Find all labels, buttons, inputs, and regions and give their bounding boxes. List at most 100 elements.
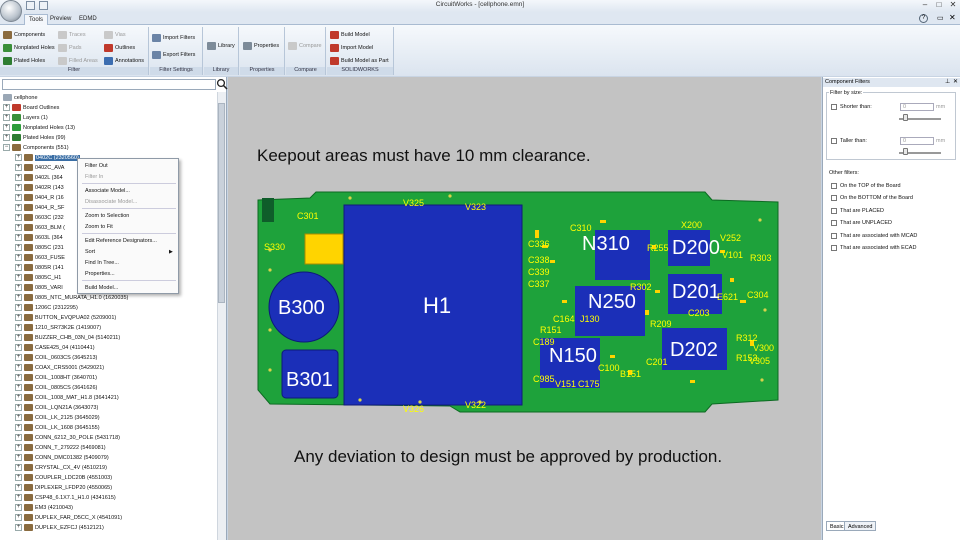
components-button[interactable]: Components [3,30,45,41]
help-icon[interactable]: ? [919,14,928,23]
tree-component-row[interactable]: + COIL_0603CS (3645213) [15,353,97,363]
tree-item-layers[interactable]: + Layers (1) [3,113,48,123]
vias-button[interactable]: Vias [104,30,126,41]
tab-preview[interactable]: Preview [46,14,75,25]
slider-thumb[interactable] [903,114,908,121]
tree-component-row[interactable]: +0402R (143 [15,183,64,193]
expand-icon[interactable]: + [15,394,22,402]
menu-zoom-to-selection[interactable]: Zoom to Selection [78,211,178,221]
menu-filter-out[interactable]: Filter Out [78,161,178,171]
tree-component-row[interactable]: + CONN_6212_30_POLE (5431718) [15,433,120,443]
tree-component-row[interactable]: + COIL_0805CS (3641626) [15,383,97,393]
expand-icon[interactable]: + [15,364,22,372]
top-of-board-checkbox[interactable] [831,183,837,189]
expand-icon[interactable]: + [15,234,22,242]
expand-icon[interactable]: + [15,404,22,412]
tree-component-row[interactable]: + BUTTON_EVQPUA02 (5209001) [15,313,116,323]
taller-than-checkbox[interactable] [831,138,837,144]
tree-component-row[interactable]: + COIL_1008HT (3640701) [15,373,97,383]
close-button[interactable]: ✕ [946,0,960,11]
app-logo-icon[interactable] [0,0,22,22]
search-input[interactable] [2,79,216,90]
minimize-button[interactable]: – [918,0,932,11]
maximize-button[interactable]: □ [932,0,946,11]
slider-thumb[interactable] [903,148,908,155]
ribbon-minimize-icon[interactable]: ▭ [937,14,944,22]
tree-component-row[interactable]: + COAX_CRS5001 (5429021) [15,363,104,373]
menu-zoom-to-fit[interactable]: Zoom to Fit [78,222,178,232]
menu-build-model[interactable]: Build Model... [78,283,178,293]
expand-icon[interactable]: + [15,294,22,302]
mcad-checkbox[interactable] [831,233,837,239]
tree-item-nonplated-holes[interactable]: + Nonplated Holes (13) [3,123,75,133]
tree-component-row[interactable]: + COUPLER_LDC20B (4551003) [15,473,112,483]
expand-icon[interactable]: + [15,314,22,322]
tree-component-row[interactable]: +0402C (2320560) [15,153,80,163]
expand-icon[interactable]: + [15,354,22,362]
tab-tools[interactable]: Tools [24,14,49,25]
expand-icon[interactable]: + [15,154,22,162]
build-model-as-part-button[interactable]: Build Model as Part [330,56,389,67]
menu-properties[interactable]: Properties... [78,269,178,279]
expand-icon[interactable]: + [15,214,22,222]
unplaced-checkbox[interactable] [831,220,837,226]
expand-icon[interactable]: + [15,464,22,472]
tree-component-row[interactable]: +0805_NTC_MURATA_H1.0 (1620035) [15,293,128,303]
expand-icon[interactable]: + [15,494,22,502]
expand-icon[interactable]: + [15,204,22,212]
placed-checkbox[interactable] [831,208,837,214]
tree-component-row[interactable]: +0805_VARI [15,283,63,293]
panel-close-icon[interactable]: ✕ [953,78,958,85]
nonplated-holes-button[interactable]: Nonplated Holes [3,43,55,54]
tree-component-row[interactable]: +0805C (231 [15,243,64,253]
tree-component-row[interactable]: +0404_R_SF [15,203,64,213]
expand-icon[interactable]: + [15,264,22,272]
menu-sort[interactable]: Sort ▶ [78,247,178,257]
expand-icon[interactable]: + [15,304,22,312]
expand-icon[interactable]: + [15,414,22,422]
expand-icon[interactable]: + [15,524,22,532]
library-button[interactable]: Library [207,41,235,52]
tree-component-row[interactable]: +0402L (364 [15,173,63,183]
expand-icon[interactable]: + [15,474,22,482]
build-model-button[interactable]: Build Model [330,30,370,41]
expand-icon[interactable]: + [15,164,22,172]
tree-component-row[interactable]: + EM3 (4210043) [15,503,73,513]
tab-advanced[interactable]: Advanced [844,521,877,531]
ecad-checkbox[interactable] [831,245,837,251]
shorter-than-checkbox[interactable] [831,104,837,110]
shorter-than-input[interactable]: 0 [900,103,934,111]
expand-icon[interactable]: + [15,244,22,252]
expand-icon[interactable]: + [15,384,22,392]
menu-filter-in[interactable]: Filter In [78,172,178,182]
expand-icon[interactable]: + [15,484,22,492]
pads-button[interactable]: Pads [58,43,82,54]
tree-component-row[interactable]: + COIL_1008_MAT_H1.8 (3641421) [15,393,119,403]
expand-icon[interactable]: + [15,444,22,452]
new-file-icon[interactable] [26,1,35,10]
expand-icon[interactable]: + [3,114,10,122]
tree-item-board-outlines[interactable]: + Board Outlines [3,103,59,113]
tree-root[interactable]: cellphone [3,93,38,103]
expand-icon[interactable]: + [15,284,22,292]
expand-icon[interactable]: + [15,174,22,182]
tree-item-components[interactable]: − Components (551) [3,143,69,153]
expand-icon[interactable]: + [15,334,22,342]
tree-item-plated-holes[interactable]: + Plated Holes (99) [3,133,66,143]
menu-associate-model[interactable]: Associate Model... [78,186,178,196]
expand-icon[interactable]: + [15,224,22,232]
filled-areas-button[interactable]: Filled Areas [58,56,98,67]
expand-icon[interactable]: + [3,104,10,112]
expand-icon[interactable]: + [3,134,10,142]
tree-scrollbar-thumb[interactable] [218,103,225,303]
tree-component-row[interactable]: + CRYSTAL_CX_4V (4510219) [15,463,107,473]
compare-button[interactable]: Compare [288,41,322,52]
tree-component-row[interactable]: + DUPLEX_FAR_D5CC_X (4541091) [15,513,122,523]
menu-disassociate-model[interactable]: Disassociate Model... [78,197,178,207]
tree-component-row[interactable]: +0603C (232 [15,213,64,223]
expand-icon[interactable]: + [15,274,22,282]
taller-than-input[interactable]: 0 [900,137,934,145]
import-model-button[interactable]: Import Model [330,43,373,54]
tree-component-row[interactable]: +0805R (141 [15,263,64,273]
expand-icon[interactable]: + [15,344,22,352]
